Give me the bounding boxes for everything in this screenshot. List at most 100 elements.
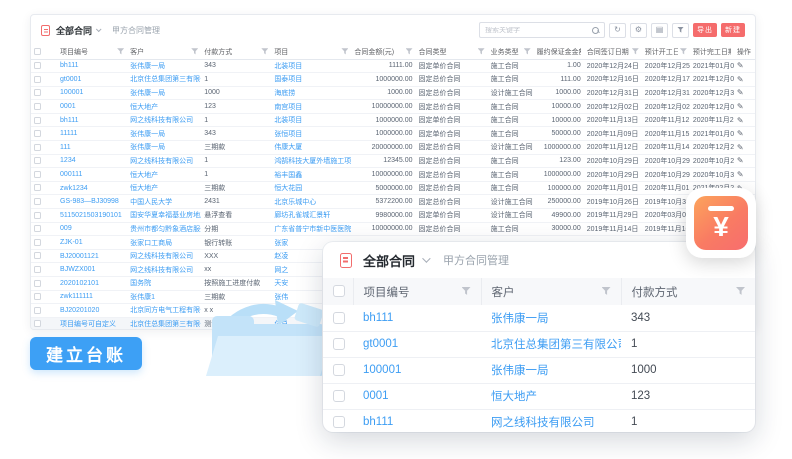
row-checkbox[interactable] xyxy=(34,266,41,273)
create-ledger-button[interactable]: 建立台账 xyxy=(30,337,142,370)
row-checkbox[interactable] xyxy=(333,416,345,428)
row-checkbox[interactable] xyxy=(34,117,41,124)
new-button[interactable]: 新建 xyxy=(721,23,745,37)
contract-link[interactable]: bh111 xyxy=(57,113,127,127)
row-checkbox[interactable] xyxy=(34,225,41,232)
edit-icon[interactable]: ✎ xyxy=(737,156,744,165)
contract-link[interactable]: 贵州市都匀黔象酒店服务有... xyxy=(127,222,201,236)
row-checkbox[interactable] xyxy=(34,103,41,110)
chevron-down-icon[interactable] xyxy=(96,26,102,32)
contract-link[interactable]: 恒大花园 xyxy=(271,181,351,195)
contract-link[interactable]: 张伟康一局 xyxy=(481,305,621,331)
contract-link[interactable]: 111 xyxy=(57,141,127,155)
contract-link[interactable]: 张伟康一局 xyxy=(127,59,201,73)
contract-link[interactable]: 张伟康一局 xyxy=(481,357,621,383)
contract-link[interactable]: 伟康大厦 xyxy=(271,141,351,155)
row-checkbox[interactable] xyxy=(34,252,41,259)
contract-link[interactable]: 网之线科技有限公司 xyxy=(481,409,621,432)
contract-link[interactable]: zwk111111 xyxy=(57,290,127,304)
contract-link[interactable]: gt0001 xyxy=(353,331,481,357)
filter-icon[interactable] xyxy=(117,48,124,55)
contract-link[interactable]: BJWZX001 xyxy=(57,263,127,277)
contract-link[interactable]: 恒大地产 xyxy=(127,181,201,195)
row-checkbox[interactable] xyxy=(34,307,41,314)
row-checkbox[interactable] xyxy=(333,312,345,324)
edit-icon[interactable]: ✎ xyxy=(737,88,744,97)
filter-icon[interactable] xyxy=(602,287,611,296)
contract-link[interactable]: 1234 xyxy=(57,154,127,168)
edit-icon[interactable]: ✎ xyxy=(737,116,744,125)
contract-link[interactable]: 北装项目 xyxy=(271,113,351,127)
contract-link[interactable]: 广东省普宁市新中医医院... xyxy=(271,222,351,236)
contract-link[interactable]: 北装项目 xyxy=(271,59,351,73)
contract-link[interactable]: 北京乐城中心 xyxy=(271,195,351,209)
columns-icon[interactable]: ▤ xyxy=(651,23,668,38)
edit-icon[interactable]: ✎ xyxy=(737,143,744,152)
contract-link[interactable]: 张伟康一局 xyxy=(127,141,201,155)
contract-link[interactable]: 009 xyxy=(57,222,127,236)
filter-icon[interactable] xyxy=(632,48,639,55)
contract-link[interactable]: 2020102101 xyxy=(57,277,127,291)
edit-icon[interactable]: ✎ xyxy=(737,61,744,70)
filter-icon[interactable] xyxy=(524,48,531,55)
row-checkbox[interactable] xyxy=(34,130,41,137)
contract-link[interactable]: zwk1234 xyxy=(57,181,127,195)
contract-link[interactable]: bh111 xyxy=(57,59,127,73)
select-all-checkbox[interactable] xyxy=(34,48,41,55)
settings-icon[interactable]: ⚙ xyxy=(630,23,647,38)
ledger-money-icon[interactable]: ¥ xyxy=(686,188,756,258)
row-checkbox[interactable] xyxy=(34,320,41,327)
row-checkbox[interactable] xyxy=(34,280,41,287)
row-checkbox[interactable] xyxy=(333,338,345,350)
filter-icon[interactable] xyxy=(680,48,687,55)
contract-link[interactable]: 廊坊孔雀城汇景轩 xyxy=(271,209,351,223)
filter-icon[interactable] xyxy=(261,48,268,55)
row-checkbox[interactable] xyxy=(34,144,41,151)
edit-icon[interactable]: ✎ xyxy=(737,102,744,111)
row-checkbox[interactable] xyxy=(333,364,345,376)
contract-link[interactable]: 项目编号可自定义 xyxy=(57,317,127,330)
contract-link[interactable]: BJ20001121 xyxy=(57,249,127,263)
contract-link[interactable]: 恒大地产 xyxy=(481,383,621,409)
contract-link[interactable]: 恒大地产 xyxy=(127,168,201,182)
contract-link[interactable]: 裕丰国鑫 xyxy=(271,168,351,182)
contract-link[interactable]: 中国人民大学 xyxy=(127,195,201,209)
contract-link[interactable]: 张伟康一局 xyxy=(127,86,201,100)
chevron-down-icon[interactable] xyxy=(422,254,430,262)
contract-link[interactable]: 100001 xyxy=(57,86,127,100)
row-checkbox[interactable] xyxy=(34,184,41,191)
contract-link[interactable]: bh111 xyxy=(353,305,481,331)
export-button[interactable]: 导出 xyxy=(693,23,717,37)
refresh-icon[interactable]: ↻ xyxy=(609,23,626,38)
contract-link[interactable]: 国泰项目 xyxy=(271,73,351,87)
contract-link[interactable]: 11111 xyxy=(57,127,127,141)
row-checkbox[interactable] xyxy=(34,89,41,96)
edit-icon[interactable]: ✎ xyxy=(737,75,744,84)
contract-link[interactable]: 南宫项目 xyxy=(271,100,351,114)
edit-icon[interactable]: ✎ xyxy=(737,129,744,138)
contract-link[interactable]: 鸿鹄科技大厦外墙施工项目 xyxy=(271,154,351,168)
contract-link[interactable]: 网之线科技有限公司 xyxy=(127,113,201,127)
contract-link[interactable]: 张恒项目 xyxy=(271,127,351,141)
contract-link[interactable]: 北京住总集团第三有限公司 xyxy=(127,73,201,87)
row-checkbox[interactable] xyxy=(34,62,41,69)
filter-icon[interactable] xyxy=(462,287,471,296)
contract-link[interactable]: 网之线科技有限公司 xyxy=(127,249,201,263)
contract-link[interactable]: GS-983—BJ30998 xyxy=(57,195,127,209)
row-checkbox[interactable] xyxy=(34,212,41,219)
contract-link[interactable]: 0001 xyxy=(353,383,481,409)
filter-icon[interactable] xyxy=(736,287,745,296)
contract-link[interactable]: 国安华夏幸福基业房地产... xyxy=(127,209,201,223)
row-checkbox[interactable] xyxy=(34,157,41,164)
search-input[interactable] xyxy=(480,27,592,34)
contract-link[interactable]: 100001 xyxy=(353,357,481,383)
filter-icon[interactable] xyxy=(672,23,689,38)
contract-link[interactable]: 恒大地产 xyxy=(127,100,201,114)
contract-link[interactable]: gt0001 xyxy=(57,73,127,87)
edit-icon[interactable]: ✎ xyxy=(737,170,744,179)
filter-icon[interactable] xyxy=(191,48,198,55)
contract-link[interactable]: 网之线科技有限公司 xyxy=(127,154,201,168)
search-icon[interactable] xyxy=(592,27,599,34)
contract-link[interactable]: 张家口工商局 xyxy=(127,236,201,250)
contract-link[interactable]: ZJK-01 xyxy=(57,236,127,250)
